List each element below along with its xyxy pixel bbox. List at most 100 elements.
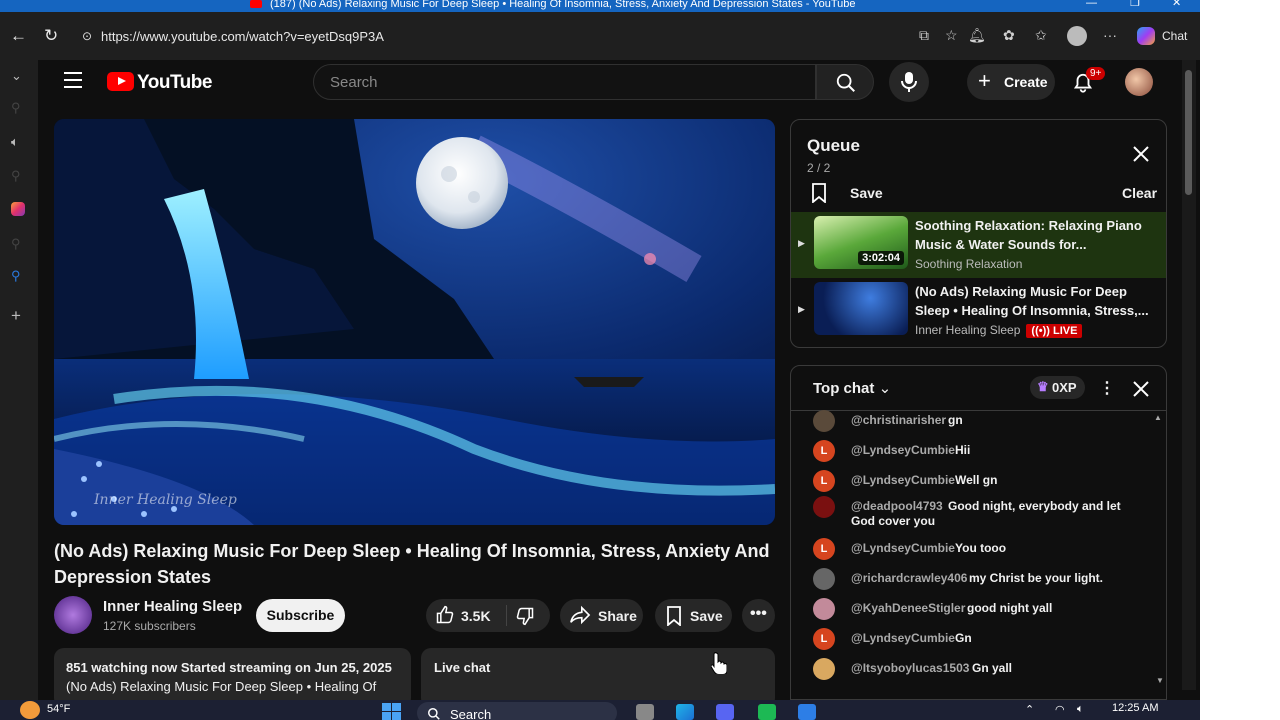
notifications-button[interactable]: 9+ [1072,67,1106,96]
chat-author[interactable]: @LyndseyCumbie [851,631,955,645]
scroll-up-arrow-icon[interactable]: ▲ [1154,413,1162,422]
site-info-icon[interactable]: ⊙ [82,29,92,43]
restore-icon[interactable]: ❐ [1130,0,1140,9]
volume-icon[interactable]: 🔈︎ [1077,703,1084,716]
chat-mode-dropdown[interactable]: Top chat ⌄ [813,379,891,397]
bookmark-icon [812,183,826,203]
chat-text: Good night, everybody and let [948,499,1121,513]
more-vertical-icon[interactable]: ⋮ [1099,378,1115,398]
chat-author[interactable]: @deadpool4793 [851,499,943,513]
chat-author[interactable]: @Itsyoboylucas1503 [851,661,969,675]
scroll-down-arrow-icon[interactable]: ▼ [1156,676,1164,685]
chat-avatar[interactable] [813,598,835,620]
video-thumbnail[interactable]: 3:02:04 [814,216,908,269]
queue-item[interactable]: ▶ (No Ads) Relaxing Music For Deep Sleep… [791,278,1166,344]
extensions-icon[interactable]: ✿ [1003,27,1015,44]
search-button[interactable] [816,64,874,100]
like-count[interactable]: 3.5K [461,608,491,624]
like-dislike-group: 3.5K [426,599,550,632]
taskbar-clock[interactable]: 12:25 AM [1112,702,1158,714]
create-button[interactable]: + Create [967,64,1055,100]
copilot-button[interactable]: Chat [1135,25,1195,47]
window-title-bar: (187) (No Ads) Relaxing Music For Deep S… [0,0,1200,12]
queue-item-title: (No Ads) Relaxing Music For Deep Sleep •… [915,284,1149,318]
speaker-icon[interactable]: 🔈︎ [11,134,19,150]
chat-avatar[interactable] [813,658,835,680]
wifi-icon[interactable]: ◠ [1055,703,1065,716]
search-input[interactable]: Search [313,64,816,100]
back-icon[interactable]: ← [10,26,27,46]
app-available-icon[interactable]: ⧉ [919,27,929,44]
close-window-icon[interactable]: ✕ [1172,0,1181,9]
chat-avatar[interactable] [813,410,835,432]
chat-author[interactable]: @LyndseyCumbie [851,473,955,487]
youtube-header: YouTube Search + Create 9+ [40,60,1200,104]
copilot-label: Chat [1162,29,1188,43]
chevron-down-icon[interactable]: ⌄ [11,68,22,84]
video-thumbnail[interactable] [814,282,908,335]
task-view-icon[interactable] [636,704,654,720]
close-icon[interactable] [1131,144,1151,164]
close-icon[interactable] [1131,379,1151,399]
address-bar[interactable]: ⊙ https://www.youtube.com/watch?v=eyetDs… [72,25,912,49]
account-avatar[interactable] [1125,68,1153,96]
minimize-icon[interactable]: — [1086,0,1097,9]
chat-avatar[interactable] [813,496,835,518]
video-player[interactable]: Inner Healing Sleep [54,119,775,525]
chat-text: You tooo [955,541,1007,555]
save-button[interactable]: Save [655,599,732,632]
search-icon[interactable]: ⚲ [11,168,21,184]
channel-avatar[interactable] [54,596,92,634]
notification-icon[interactable]: 🔔︎ [968,27,986,44]
queue-clear-button[interactable]: Clear [1122,185,1157,201]
profile-avatar[interactable] [1067,26,1087,46]
chat-avatar[interactable]: L [813,440,835,462]
app-icon[interactable] [798,704,816,720]
search-icon[interactable]: ⚲ [11,236,21,252]
more-actions-button[interactable]: ••• [742,599,775,632]
watch-stats: 851 watching now Started streaming on Ju… [66,660,392,675]
chat-avatar[interactable] [813,568,835,590]
chat-avatar[interactable]: L [813,628,835,650]
queue-item[interactable]: ▶ 3:02:04 Soothing Relaxation: Relaxing … [791,212,1166,278]
chat-avatar[interactable]: L [813,470,835,492]
favorite-star-icon[interactable]: ☆ [945,27,958,44]
youtube-logo-text: YouTube [137,72,212,93]
chat-author[interactable]: @LyndseyCumbie [851,443,955,457]
now-playing-arrow-icon: ▶ [798,238,805,248]
add-icon[interactable]: + [11,306,21,326]
chevron-up-icon[interactable]: ⌃ [1025,703,1034,716]
discord-icon[interactable] [716,704,734,720]
like-icon[interactable] [435,605,455,625]
share-button[interactable]: Share [560,599,643,632]
menu-icon[interactable] [64,72,82,88]
subscribe-button[interactable]: Subscribe [256,599,345,632]
chat-author[interactable]: @christinarisher [851,413,946,427]
page-scrollbar[interactable] [1182,60,1196,690]
chat-text: Well gn [955,473,998,487]
voice-search-button[interactable] [889,62,929,102]
search-icon[interactable]: ⚲ [11,268,21,284]
chat-author[interactable]: @richardcrawley406 [851,571,967,585]
taskbar-search[interactable]: Search [417,702,617,720]
queue-save-button[interactable]: Save [811,183,883,203]
scrollbar-thumb[interactable] [1185,70,1192,195]
edge-browser-icon[interactable] [676,704,694,720]
instagram-icon[interactable] [11,202,25,216]
chat-avatar[interactable]: L [813,538,835,560]
xp-badge[interactable]: ♛ 0XP [1030,376,1085,399]
search-icon[interactable]: ⚲ [11,100,21,116]
channel-name[interactable]: Inner Healing Sleep [103,598,242,615]
favorites-icon[interactable]: ✩ [1035,27,1047,44]
app-icon[interactable] [758,704,776,720]
description-box[interactable]: 851 watching now Started streaming on Ju… [54,648,411,708]
queue-item-title: Soothing Relaxation: Relaxing Piano Musi… [915,218,1142,252]
windows-start-button[interactable] [382,703,402,720]
refresh-icon[interactable]: ↻ [44,26,58,46]
youtube-play-icon [107,72,134,91]
settings-more-icon[interactable]: ··· [1103,27,1117,43]
dislike-icon[interactable] [515,606,535,626]
chat-author[interactable]: @KyahDeneeStigler [851,601,965,615]
search-placeholder: Search [330,74,378,91]
chat-author[interactable]: @LyndseyCumbie [851,541,955,555]
